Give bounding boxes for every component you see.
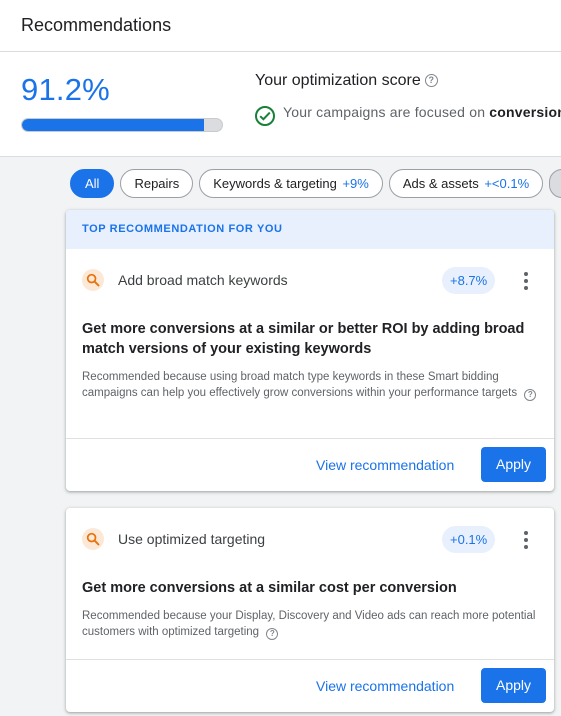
filter-chip-label: Keywords & targeting: [213, 176, 337, 191]
more-vert-icon[interactable]: [521, 272, 531, 290]
filter-chip-keywords-targeting[interactable]: Keywords & targeting +9%: [199, 169, 383, 198]
filter-chip-repairs[interactable]: Repairs: [120, 169, 194, 198]
status-emphasis: conversions: [489, 104, 561, 120]
page-header: Recommendations: [0, 0, 561, 52]
recommendation-headline: Get more conversions at a similar or bet…: [82, 321, 525, 357]
recommendation-title: Add broad match keywords: [118, 272, 288, 288]
campaign-status-line: Your campaigns are focused on conversion…: [255, 104, 561, 126]
recommendation-reason-text: Recommended because your Display, Discov…: [82, 610, 536, 638]
filter-chip-delta: +<0.1%: [484, 176, 530, 191]
filter-chip-all[interactable]: All: [70, 169, 115, 198]
search-icon: [82, 269, 104, 291]
help-icon[interactable]: ?: [524, 389, 537, 401]
filter-chip-ads-assets[interactable]: Ads & assets +<0.1%: [388, 169, 544, 198]
uplift-badge: +8.7%: [442, 267, 496, 294]
page-title: Recommendations: [21, 15, 172, 35]
card-divider: [66, 438, 554, 439]
recommendation-card: TOP RECOMMENDATION FOR YOU Add broad mat…: [66, 210, 554, 491]
status-prefix: Your campaigns are focused on: [283, 104, 490, 120]
optimization-score-bar: [21, 118, 223, 132]
filter-chip-more[interactable]: [549, 169, 561, 198]
top-recommendation-banner: TOP RECOMMENDATION FOR YOU: [66, 210, 554, 249]
help-icon[interactable]: ?: [266, 628, 279, 640]
search-icon: [82, 528, 104, 550]
help-icon[interactable]: ?: [424, 73, 438, 87]
recommendation-headline: Get more conversions at a similar cost p…: [82, 580, 457, 596]
campaign-status-text: Your campaigns are focused on conversion…: [283, 104, 561, 120]
apply-button[interactable]: Apply: [481, 447, 546, 482]
view-recommendation-link[interactable]: View recommendation: [316, 457, 454, 473]
apply-button[interactable]: Apply: [481, 668, 546, 703]
recommendation-reason: Recommended because using broad match ty…: [66, 359, 554, 401]
card-divider: [66, 659, 554, 660]
optimization-score-heading: Your optimization score?: [255, 72, 438, 90]
recommendation-reason-text: Recommended because using broad match ty…: [82, 371, 518, 399]
filter-chip-label: All: [85, 176, 100, 191]
recommendation-title: Use optimized targeting: [118, 531, 266, 547]
optimization-score-value: 91.2%: [21, 72, 110, 107]
view-recommendation-link[interactable]: View recommendation: [316, 678, 454, 694]
optimization-score-panel: 91.2% Your optimization score? Your camp…: [0, 52, 561, 157]
more-vert-icon[interactable]: [521, 531, 531, 549]
recommendation-reason: Recommended because your Display, Discov…: [66, 598, 554, 640]
filter-chip-delta: +9%: [342, 176, 369, 191]
check-circle-icon: [255, 106, 275, 126]
uplift-badge: +0.1%: [442, 526, 496, 553]
recommendation-header: Add broad match keywords +8.7%: [66, 249, 554, 311]
recommendation-header: Use optimized targeting +0.1%: [66, 508, 554, 570]
filter-chip-label: Repairs: [134, 176, 180, 191]
optimization-score-title: Your optimization score: [255, 72, 421, 89]
filter-chip-bar: All Repairs Keywords & targeting +9% Ads & …: [70, 169, 561, 199]
optimization-score-bar-fill: [22, 119, 205, 131]
recommendation-card: Use optimized targeting +0.1% Get more c…: [66, 508, 554, 712]
filter-chip-label: Ads & assets: [402, 176, 479, 191]
